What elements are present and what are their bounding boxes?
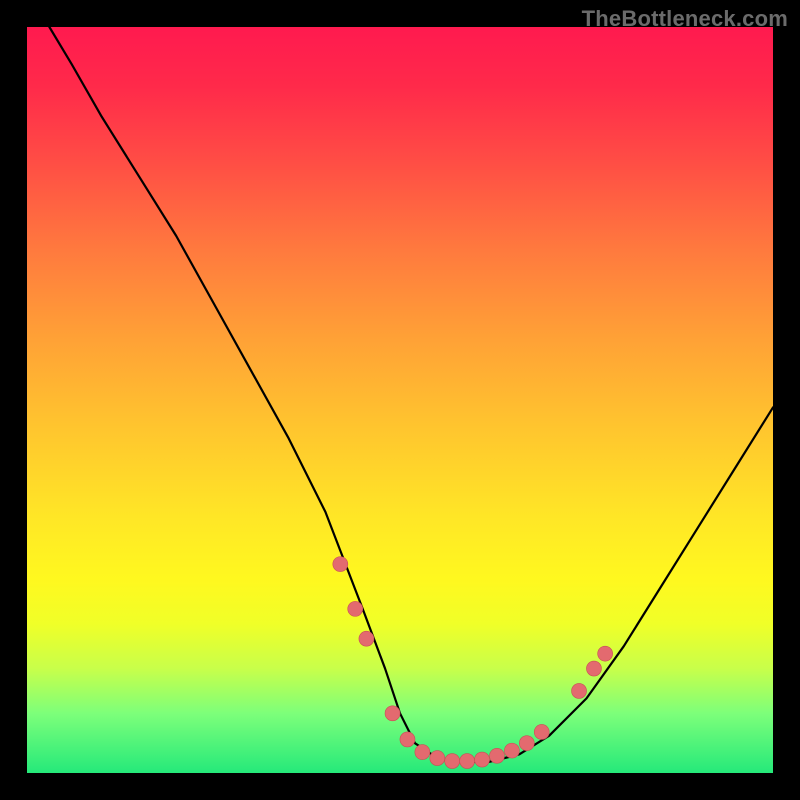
data-marker (598, 646, 613, 661)
data-markers (333, 557, 613, 769)
chart-svg (27, 27, 773, 773)
data-marker (504, 743, 519, 758)
data-marker (572, 683, 587, 698)
data-marker (534, 724, 549, 739)
data-marker (415, 745, 430, 760)
data-marker (348, 601, 363, 616)
data-marker (460, 754, 475, 769)
curve-line (49, 27, 773, 762)
data-marker (475, 752, 490, 767)
data-marker (445, 754, 460, 769)
chart-stage: TheBottleneck.com (0, 0, 800, 800)
data-marker (333, 557, 348, 572)
data-marker (519, 736, 534, 751)
data-marker (430, 751, 445, 766)
data-marker (359, 631, 374, 646)
data-marker (385, 706, 400, 721)
data-marker (400, 732, 415, 747)
data-marker (489, 748, 504, 763)
data-marker (586, 661, 601, 676)
